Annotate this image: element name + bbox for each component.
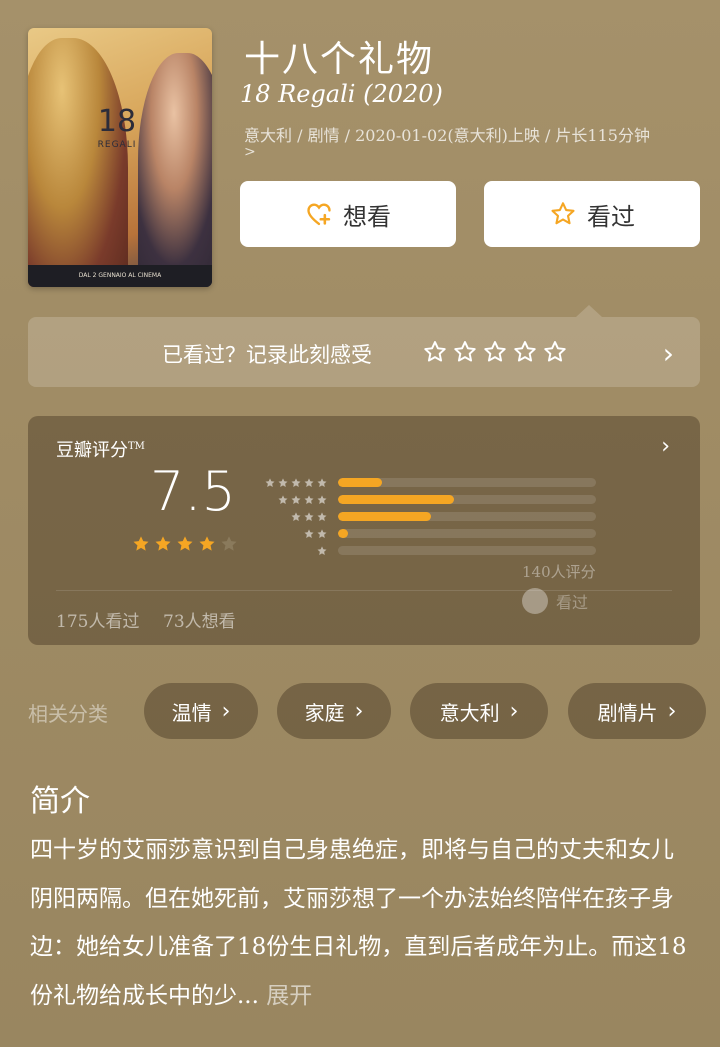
expand-link[interactable]: 展开 [266,983,312,1009]
poster-footer: DAL 2 GENNAIO AL CINEMA [28,265,212,287]
intro-text: 四十岁的艾丽莎意识到自己身患绝症，即将与自己的丈夫和女儿阴阳两隔。但在她死前，艾… [30,837,687,1009]
category-chip[interactable]: 温情 › [144,683,258,739]
star-icon [278,477,288,487]
star-icon[interactable] [422,339,448,365]
distribution-row [262,474,596,491]
meta-expand-icon[interactable]: > [244,144,256,160]
star-icon [155,536,171,551]
star-icon [221,536,237,551]
star-icon [304,528,314,538]
distribution-row [262,508,596,525]
rate-prompt-text: 已看过？记录此刻感受 [162,343,372,367]
want-to-watch-button[interactable]: 想看 [240,181,456,247]
movie-meta[interactable]: 意大利 / 剧情 / 2020-01-02(意大利)上映 / 片长115分钟 [244,126,710,146]
want-to-watch-label: 想看 [343,202,391,231]
category-chip[interactable]: 意大利 › [410,683,548,739]
distribution-stars [262,494,328,506]
rating-count: 140人评分 [522,563,596,581]
star-icon [317,494,327,504]
distribution-bar [338,495,455,504]
poster-figure-right [138,53,212,287]
watched-button[interactable]: 看过 [484,181,700,247]
star-icon [291,511,301,521]
distribution-stars [262,511,328,523]
chevron-right-icon: › [662,337,674,370]
rating-score: 7.5 [150,460,236,523]
star-icon [291,477,301,487]
rating-distribution [262,474,596,559]
star-icon [278,494,288,504]
distribution-stars [262,528,328,540]
star-icon [304,494,314,504]
star-icon [291,494,301,504]
rate-stars[interactable] [422,339,568,365]
star-icon [317,545,327,555]
poster-figure-left [28,38,128,287]
star-icon[interactable] [542,339,568,365]
movie-poster[interactable]: 18 REGALI DAL 2 GENNAIO AL CINEMA [28,28,212,287]
star-icon [177,536,193,551]
chevron-right-icon[interactable]: › [661,434,670,459]
movie-original-title: 18 Regali (2020) [240,80,443,108]
star-icon[interactable] [482,339,508,365]
star-icon [133,536,149,551]
distribution-row [262,525,596,542]
rate-prompt-pointer [576,305,602,317]
category-chip[interactable]: 剧情片 › [568,683,706,739]
poster-title-word: REGALI [97,140,137,150]
chevron-right-icon: › [354,698,364,724]
star-icon [304,477,314,487]
star-icon [317,511,327,521]
star-icon[interactable] [452,339,478,365]
distribution-row [262,491,596,508]
avatar-icon [522,588,548,614]
distribution-track [338,546,596,555]
intro-heading: 简介 [30,784,90,819]
poster-title-number: 18 [97,104,137,139]
rating-label: 豆瓣评分TM [56,440,145,461]
distribution-bar [338,512,431,521]
distribution-track [338,478,596,487]
rate-prompt-bar[interactable]: 已看过？记录此刻感受 › [28,317,700,387]
star-icon [317,477,327,487]
distribution-track [338,512,596,521]
star-icon[interactable] [512,339,538,365]
star-icon [317,528,327,538]
heart-plus-icon [307,203,331,226]
star-icon [551,202,575,225]
distribution-stars [262,477,328,489]
distribution-track [338,529,596,538]
related-categories-label: 相关分类 [28,702,108,726]
movie-title: 十八个礼物 [244,39,435,80]
chevron-right-icon: › [667,698,677,724]
distribution-row [262,542,596,559]
distribution-stars [262,545,328,557]
distribution-bar [338,478,382,487]
chevron-right-icon: › [509,698,519,724]
watermark: 看过 [522,588,588,614]
want-count[interactable]: 73人想看 [163,607,236,632]
star-icon [199,536,215,551]
category-chip[interactable]: 家庭 › [277,683,391,739]
star-icon [304,511,314,521]
watched-label: 看过 [587,202,635,231]
chevron-right-icon: › [221,698,231,724]
distribution-bar [338,529,349,538]
rating-card[interactable]: 豆瓣评分TM › 7.5 140人评分 175人看过 73人想看 看过 [28,416,700,645]
distribution-track [338,495,596,504]
seen-count[interactable]: 175人看过 [56,607,139,632]
star-icon [265,477,275,487]
rating-stars [131,534,239,554]
